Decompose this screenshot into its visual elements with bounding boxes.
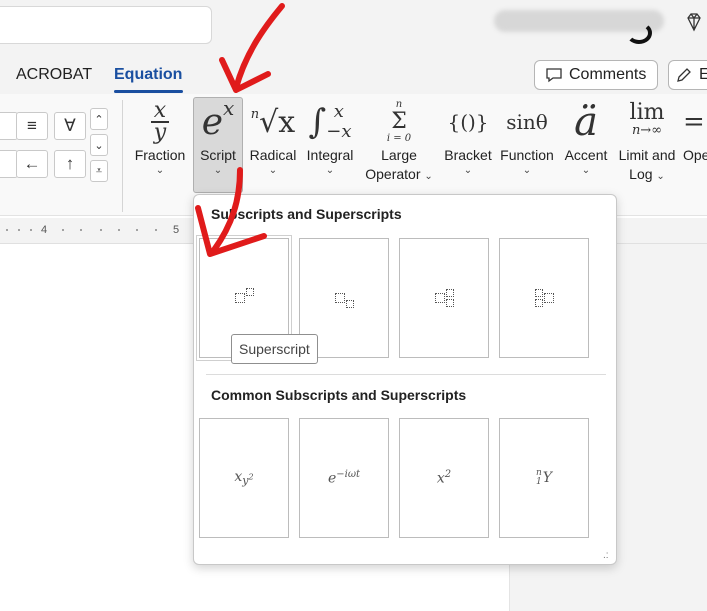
chevron-down-icon: ⌄ xyxy=(522,165,532,176)
script-gallery-dropdown: Subscripts and Superscripts Common Subsc… xyxy=(193,194,617,565)
limit-icon: lim n→∞ xyxy=(629,100,665,139)
comments-label: Comments xyxy=(569,66,647,83)
x-sub-y-squared-formula: xy2 xyxy=(234,468,254,488)
redacted-avatar xyxy=(626,22,652,44)
operator-button[interactable]: = Ope xyxy=(683,98,707,165)
large-operator-button[interactable]: n Σ i = 0 Large Operator ⌄ xyxy=(358,98,440,184)
fraction-label: Fraction xyxy=(134,147,186,163)
accent-icon: ä xyxy=(574,99,598,145)
chevron-down-icon: ⌄ xyxy=(325,165,335,176)
ruler-number: 4 xyxy=(41,224,48,236)
comment-icon xyxy=(546,68,562,83)
x-squared-formula: x2 xyxy=(436,469,452,487)
integral-button[interactable]: ∫ x −x Integral ⌄ xyxy=(302,98,358,177)
gallery-scroll-down-button[interactable]: ⌄ xyxy=(90,134,108,156)
script-button[interactable]: ex Script ⌄ xyxy=(193,96,243,177)
common-script-pre-scripts-tile[interactable]: n 1 Y xyxy=(499,418,589,538)
diamond-icon[interactable] xyxy=(684,12,704,32)
gallery-more-button[interactable]: ⩡ xyxy=(90,160,108,182)
tab-equation[interactable]: Equation xyxy=(114,66,182,84)
radical-button[interactable]: n √x Radical ⌄ xyxy=(246,98,300,177)
superscript-template-icon xyxy=(234,288,254,303)
chevron-down-icon: ⌄ xyxy=(656,171,665,182)
search-box[interactable] xyxy=(0,6,212,44)
editing-button[interactable]: E xyxy=(668,60,707,90)
fraction-button[interactable]: x y Fraction ⌄ xyxy=(132,98,188,177)
pencil-icon xyxy=(677,68,691,82)
limit-and-log-button[interactable]: lim n→∞ Limit and Log ⌄ xyxy=(614,98,680,184)
large-operator-label-1: Large xyxy=(381,147,417,163)
script-icon: ex xyxy=(201,96,235,143)
function-label: Function xyxy=(500,147,554,163)
integral-label: Integral xyxy=(306,147,354,163)
tab-acrobat[interactable]: ACROBAT xyxy=(16,66,92,84)
chevron-down-icon: ⌄ xyxy=(213,165,223,176)
ruler-number: 5 xyxy=(173,224,180,236)
superscript-tooltip: Superscript xyxy=(231,334,318,364)
symbol-left-arrow-button[interactable]: ← xyxy=(16,150,48,178)
chevron-down-icon: ⌄ xyxy=(155,165,165,176)
subscript-template-icon xyxy=(334,293,354,308)
left-subscript-superscript-tile[interactable] xyxy=(499,238,589,358)
pre-scripts-formula: n 1 Y xyxy=(535,468,553,487)
resize-grip-icon[interactable]: .: xyxy=(603,550,609,561)
subscript-superscript-template-icon xyxy=(434,289,454,307)
accent-label: Accent xyxy=(564,147,608,163)
accent-button[interactable]: ä Accent ⌄ xyxy=(558,98,614,177)
fraction-icon: x y xyxy=(132,98,188,146)
integral-icon: ∫ x −x xyxy=(308,101,352,143)
bracket-icon: {()} xyxy=(447,110,489,134)
function-icon: sinθ xyxy=(506,110,548,134)
common-script-e-power-tile[interactable]: e−iωt xyxy=(299,418,389,538)
chevron-down-icon: ⌄ xyxy=(268,165,278,176)
symbol-forall-button[interactable]: ∀ xyxy=(54,112,86,140)
left-subscript-superscript-template-icon xyxy=(534,289,554,307)
symbol-identical-button[interactable]: ≡ xyxy=(16,112,48,140)
script-label: Script xyxy=(200,147,236,163)
limit-and-log-label-2: Log ⌄ xyxy=(629,166,665,182)
symbol-up-arrow-button[interactable]: ↑ xyxy=(54,150,86,178)
subscript-superscript-tile[interactable] xyxy=(399,238,489,358)
section-separator xyxy=(206,374,606,375)
gallery-scroll-up-button[interactable]: ⌃ xyxy=(90,108,108,130)
operator-icon: = xyxy=(683,107,705,137)
title-bar xyxy=(0,0,707,60)
chevron-down-icon: ⌄ xyxy=(581,165,591,176)
e-power-formula: e−iωt xyxy=(327,469,361,487)
section-title-subscripts-superscripts: Subscripts and Superscripts xyxy=(211,206,402,222)
comments-button[interactable]: Comments xyxy=(534,60,658,90)
editing-label: E xyxy=(699,66,707,83)
chevron-down-icon: ⌄ xyxy=(424,171,433,182)
limit-and-log-label-1: Limit and xyxy=(618,147,676,163)
common-script-x-sub-y-squared-tile[interactable]: xy2 xyxy=(199,418,289,538)
common-script-x-squared-tile[interactable]: x2 xyxy=(399,418,489,538)
ribbon-divider xyxy=(122,100,123,212)
radical-label: Radical xyxy=(249,147,297,163)
function-button[interactable]: sinθ Function ⌄ xyxy=(496,98,558,177)
ribbon-tabs: ACROBAT Equation Comments E xyxy=(0,60,707,94)
bracket-label: Bracket xyxy=(444,147,492,163)
chevron-down-icon: ⌄ xyxy=(463,165,473,176)
section-title-common-scripts: Common Subscripts and Superscripts xyxy=(211,387,467,403)
bracket-button[interactable]: {()} Bracket ⌄ xyxy=(440,98,496,177)
operator-label: Ope xyxy=(683,147,707,163)
large-operator-icon: n Σ i = 0 xyxy=(386,99,412,144)
large-operator-label-2: Operator ⌄ xyxy=(365,166,433,182)
radical-icon: n √x xyxy=(250,104,296,140)
active-tab-indicator xyxy=(114,90,183,93)
